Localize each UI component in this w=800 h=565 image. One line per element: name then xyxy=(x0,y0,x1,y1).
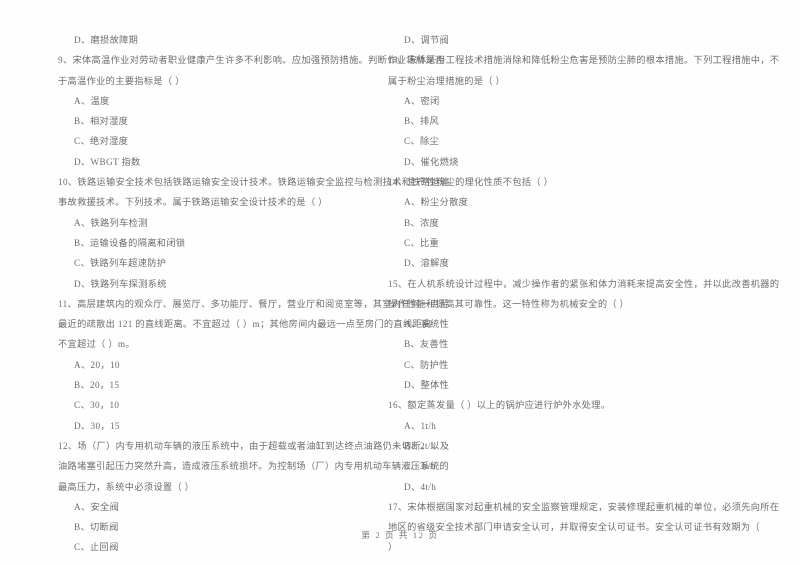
question-text-continued: 属于粉尘治理措施的是（ ） xyxy=(388,75,506,86)
answer-option: A、20，10 xyxy=(58,355,362,375)
question-text-continued: 最近的疏散出 121 的直线距离。不宜超过（ ）m；其他房间内最远一点至房门的直… xyxy=(58,319,432,330)
question-text: 9、宋体高温作业对劳动者职业健康产生许多不利影响。应加强预防措施。判断作业场所是… xyxy=(58,55,445,66)
question-text-continued: 操作性能和提高其可靠性。这一特性称为机械安全的（ ） xyxy=(388,298,630,309)
option-text: B、20，15 xyxy=(74,380,120,391)
option-text: D、整体性 xyxy=(404,380,450,391)
question-text: 17、宋体根据国家对起重机械的安全监察管理规定，安装修理起重机械的单位，必须先向… xyxy=(388,501,780,512)
option-text: B、运输设备的隔离和闭锁 xyxy=(74,237,186,248)
answer-option: D、WBGT 指数 xyxy=(58,152,362,172)
question-text: 16、额定蒸发量（ ）以上的锅炉应进行炉外水处理。 xyxy=(388,400,611,411)
option-text: C、铁路列车超速防护 xyxy=(74,258,167,269)
answer-option: A、安全阀 xyxy=(58,497,362,517)
question-block: 11、高层建筑内的观众厅、展览厅、多功能厅、餐厅，营业厅和阅览室等，其室内任何一… xyxy=(58,294,450,355)
question-text: 14、生产性粉尘的理化性质不包括（ ） xyxy=(388,177,554,188)
option-text: A、系统性 xyxy=(404,319,450,330)
answer-option: B、排风 xyxy=(388,111,732,131)
answer-option: B、2t/h xyxy=(388,436,732,456)
question-block: 15、在人机系统设计过程中，减少操作者的紧张和体力消耗来提高安全性，并以此改善机… xyxy=(388,274,780,315)
question-text-continued: 于高温作业的主要指标是（ ） xyxy=(58,75,185,86)
option-text: A、1t/h xyxy=(404,420,437,431)
option-text: D、溶解度 xyxy=(404,258,450,269)
page-footer: 第 2 页 共 12 页 xyxy=(361,530,439,540)
option-text: A、粉尘分散度 xyxy=(404,197,469,208)
question-text: 13、宋体采用工程技术措施消除和降低粉尘危害是预防尘肺的根本措施。下列工程措施中… xyxy=(388,55,780,66)
option-text: A、温度 xyxy=(74,95,110,106)
answer-option: A、铁路列车检测 xyxy=(58,213,362,233)
answer-option: C、铁路列车超速防护 xyxy=(58,253,362,273)
option-text: A、20，10 xyxy=(74,359,120,370)
option-text: C、比重 xyxy=(404,237,440,248)
option-text: B、友善性 xyxy=(404,339,449,350)
option-text: A、密闭 xyxy=(404,95,440,106)
answer-option: D、调节阀 xyxy=(388,30,732,50)
answer-option: D、催化燃烧 xyxy=(388,152,732,172)
option-text: D、WBGT 指数 xyxy=(74,156,141,167)
question-text-continued: 事故救援技术。下列技术。属于铁路运输安全设计技术的是（ ） xyxy=(58,197,328,208)
exam-page: D、磨损故障期 9、宋体高温作业对劳动者职业健康产生许多不利影响。应加强预防措施。… xyxy=(0,0,800,565)
answer-option: C、比重 xyxy=(388,233,732,253)
option-text: D、磨损故障期 xyxy=(74,35,139,45)
answer-option: B、20，15 xyxy=(58,375,362,395)
question-block: 12、场（厂）内专用机动车辆的液压系统中，由于超载或者油缸到达终点油路仍未切断。… xyxy=(58,436,450,497)
answer-option: D、4t/h xyxy=(388,477,732,497)
answer-option: B、相对湿度 xyxy=(58,111,362,131)
question-text: 12、场（厂）内专用机动车辆的液压系统中，由于超载或者油缸到达终点油路仍未切断。… xyxy=(58,440,450,451)
option-text: D、催化燃烧 xyxy=(404,156,459,167)
answer-option: D、磨损故障期 xyxy=(58,30,362,50)
two-column-body: D、磨损故障期 9、宋体高温作业对劳动者职业健康产生许多不利影响。应加强预防措施。… xyxy=(0,30,800,558)
option-text: D、调节阀 xyxy=(404,35,450,45)
answer-option: C、3t/h xyxy=(388,456,732,476)
option-text: C、除尘 xyxy=(404,136,440,147)
answer-option: B、浓度 xyxy=(388,213,732,233)
answer-option: B、运输设备的隔离和闭锁 xyxy=(58,233,362,253)
option-text: C、3t/h xyxy=(404,461,436,472)
question-text: 11、高层建筑内的观众厅、展览厅、多功能厅、餐厅，营业厅和阅览室等，其室内任何一… xyxy=(58,298,450,309)
answer-option: A、温度 xyxy=(58,91,362,111)
question-block: 13、宋体采用工程技术措施消除和降低粉尘危害是预防尘肺的根本措施。下列工程措施中… xyxy=(388,50,780,91)
answer-option: D、溶解度 xyxy=(388,253,732,273)
answer-option: A、1t/h xyxy=(388,416,732,436)
answer-option: C、除尘 xyxy=(388,131,732,151)
answer-option: D、整体性 xyxy=(388,375,732,395)
option-text: B、2t/h xyxy=(404,440,436,451)
answer-option: A、密闭 xyxy=(388,91,732,111)
question-block: 17、宋体根据国家对起重机械的安全监察管理规定，安装修理起重机械的单位，必须先向… xyxy=(388,497,780,558)
question-text: 15、在人机系统设计过程中，减少操作者的紧张和体力消耗来提高安全性，并以此改善机… xyxy=(388,278,780,289)
option-text: C、防护性 xyxy=(404,359,449,370)
question-text: 10、铁路运输安全技术包括铁路运输安全设计技术。铁路运输安全监控与检测技术和铁路… xyxy=(58,177,450,188)
option-text: B、浓度 xyxy=(404,217,440,228)
option-text: C、30，10 xyxy=(74,400,120,411)
answer-option: D、铁路列车探测系统 xyxy=(58,274,362,294)
question-block: 10、铁路运输安全技术包括铁路运输安全设计技术。铁路运输安全监控与检测技术和铁路… xyxy=(58,172,450,213)
option-text: A、安全阀 xyxy=(74,501,120,512)
question-text-continued: 油路堵塞引起压力突然升高，造成液压系统损坏。为控制场（厂）内专用机动车辆液压系统… xyxy=(58,461,450,472)
question-block: 14、生产性粉尘的理化性质不包括（ ） xyxy=(388,172,732,192)
answer-option: C、30，10 xyxy=(58,395,362,415)
option-text: D、30，15 xyxy=(74,420,120,431)
question-text-continued: 最高压力，系统中必须设置（ ） xyxy=(58,481,195,492)
answer-option: D、30，15 xyxy=(58,416,362,436)
option-text: B、相对湿度 xyxy=(74,116,129,127)
answer-option: B、友善性 xyxy=(388,334,732,354)
question-block: 9、宋体高温作业对劳动者职业健康产生许多不利影响。应加强预防措施。判断作业场所是… xyxy=(58,50,445,91)
answer-option: C、防护性 xyxy=(388,355,732,375)
option-text: B、排风 xyxy=(404,116,440,127)
right-column: D、调节阀 13、宋体采用工程技术措施消除和降低粉尘危害是预防尘肺的根本措施。下列… xyxy=(370,30,780,558)
option-text: C、绝对湿度 xyxy=(74,136,129,147)
option-text: A、铁路列车检测 xyxy=(74,217,148,228)
question-text-continued: 不宜超过（ ）m。 xyxy=(58,339,135,350)
option-text: D、4t/h xyxy=(404,481,437,492)
question-block: 16、额定蒸发量（ ）以上的锅炉应进行炉外水处理。 xyxy=(388,395,732,415)
option-text: D、铁路列车探测系统 xyxy=(74,278,167,289)
answer-option: C、绝对湿度 xyxy=(58,131,362,151)
left-column: D、磨损故障期 9、宋体高温作业对劳动者职业健康产生许多不利影响。应加强预防措施。… xyxy=(0,30,450,558)
answer-option: A、系统性 xyxy=(388,314,732,334)
answer-option: A、粉尘分散度 xyxy=(388,192,732,212)
